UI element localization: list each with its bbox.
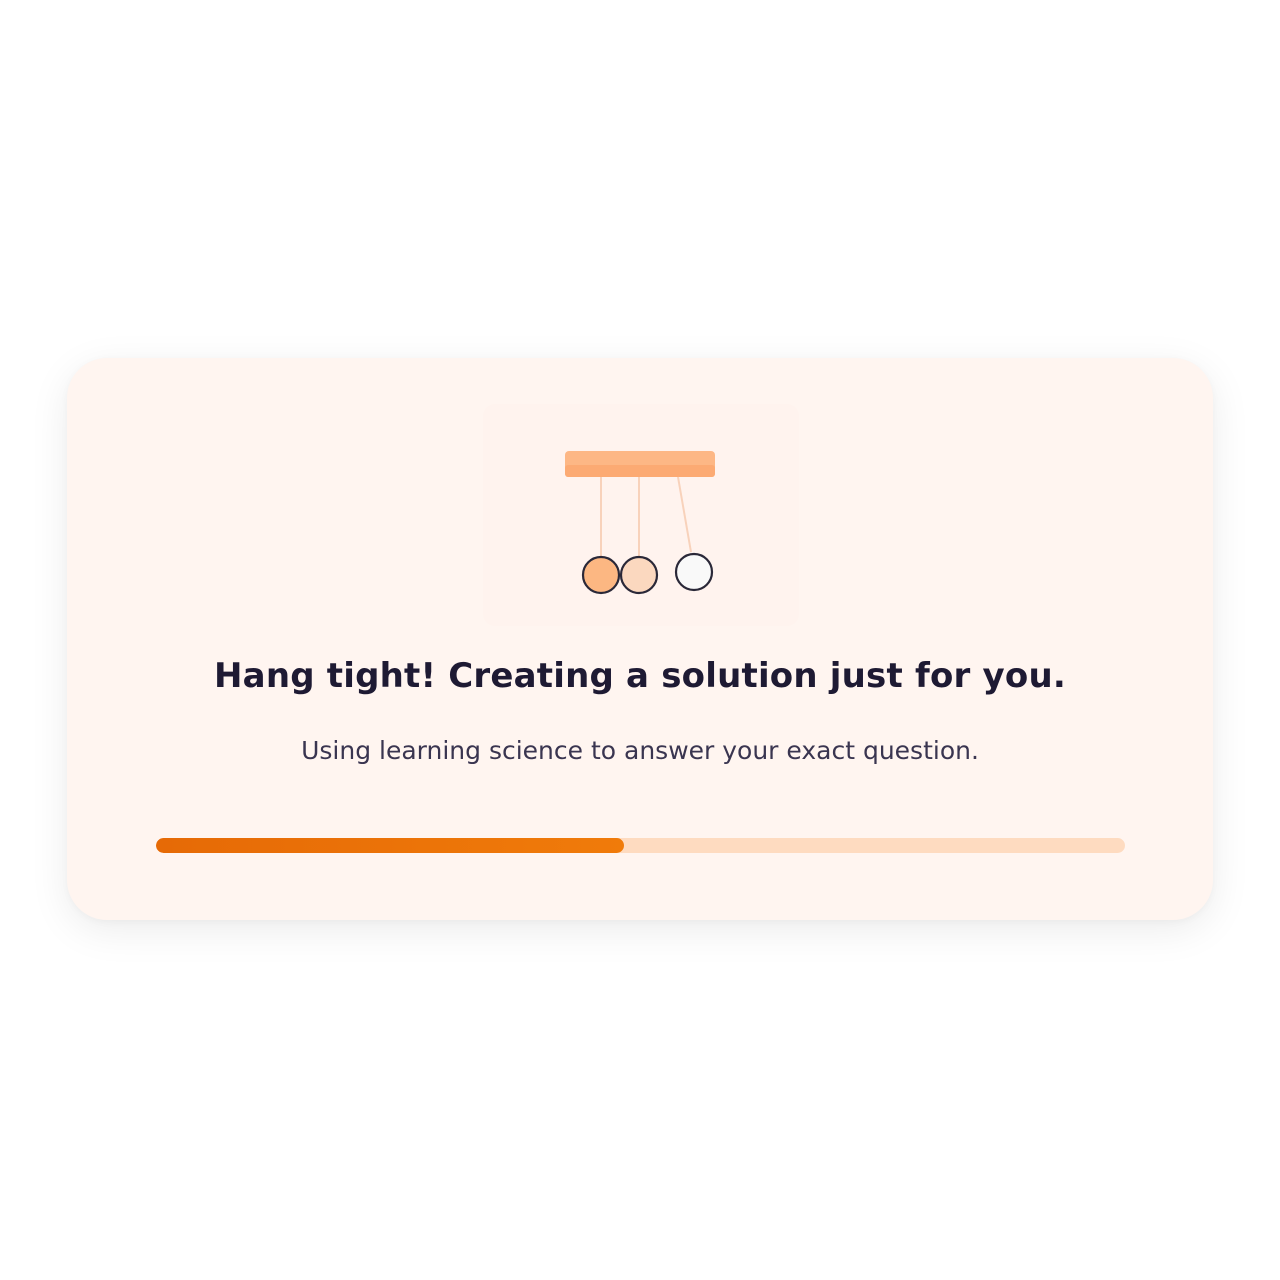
illustration-frame xyxy=(483,404,799,626)
cradle-ball-2 xyxy=(619,555,659,595)
cradle-ball-3 xyxy=(674,552,714,592)
loading-card: Hang tight! Creating a solution just for… xyxy=(67,358,1213,920)
loading-headline: Hang tight! Creating a solution just for… xyxy=(214,656,1066,696)
newtons-cradle-icon xyxy=(565,451,715,595)
cradle-string-3 xyxy=(677,476,692,553)
progress-bar xyxy=(156,838,1125,853)
cradle-ball-1 xyxy=(581,555,621,595)
cradle-bar-shadow xyxy=(565,465,715,477)
loading-subline: Using learning science to answer your ex… xyxy=(301,736,979,765)
progress-fill xyxy=(156,838,625,853)
